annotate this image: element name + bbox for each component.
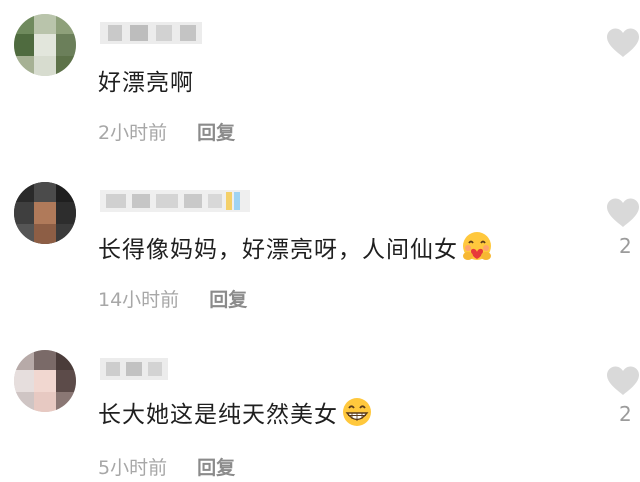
- comment-time: 14小时前: [98, 289, 180, 311]
- like-count: 2: [619, 402, 632, 426]
- comment-time: 2小时前: [98, 122, 168, 144]
- heart-icon: [607, 366, 639, 395]
- grinning-face-emoji: [340, 396, 374, 428]
- comment-meta: 2小时前 回复: [98, 118, 235, 145]
- reply-button[interactable]: 回复: [197, 118, 235, 145]
- comment-text: 长得像妈妈，好漂亮呀，人间仙女: [98, 231, 494, 263]
- username-blurred[interactable]: [100, 22, 202, 44]
- like-button[interactable]: [606, 198, 640, 228]
- username-blurred[interactable]: [100, 190, 250, 212]
- username-blurred[interactable]: [100, 358, 168, 380]
- like-count: 2: [619, 234, 632, 258]
- reply-button[interactable]: 回复: [209, 285, 247, 312]
- like-button[interactable]: [606, 28, 640, 58]
- avatar[interactable]: [14, 14, 76, 76]
- like-button[interactable]: [606, 366, 640, 396]
- heart-icon: [607, 198, 639, 227]
- comment-text-content: 长得像妈妈，好漂亮呀，人间仙女: [98, 237, 458, 263]
- comment-meta: 14小时前 回复: [98, 285, 247, 312]
- comment-text: 好漂亮啊: [98, 64, 194, 96]
- heart-icon: [607, 28, 639, 57]
- comment-text: 长大她这是纯天然美女: [98, 396, 374, 428]
- comment-meta: 5小时前 回复: [98, 453, 235, 480]
- hugging-face-emoji: [460, 231, 494, 263]
- comment-text-content: 好漂亮啊: [98, 70, 194, 96]
- avatar[interactable]: [14, 182, 76, 244]
- comment-time: 5小时前: [98, 457, 168, 479]
- reply-button[interactable]: 回复: [197, 453, 235, 480]
- comment-text-content: 长大她这是纯天然美女: [98, 402, 338, 428]
- avatar[interactable]: [14, 350, 76, 412]
